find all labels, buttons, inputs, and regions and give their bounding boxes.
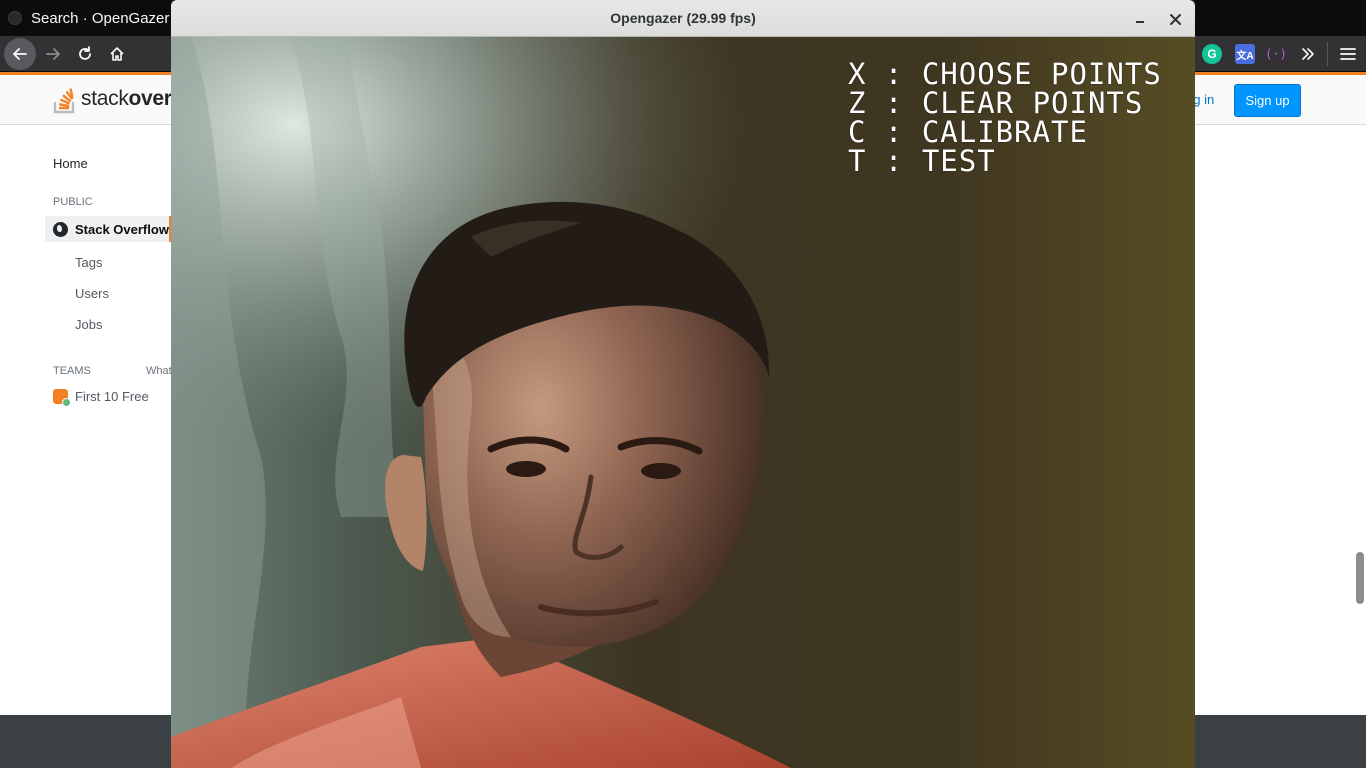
sign-up-button[interactable]: Sign up (1234, 84, 1301, 117)
nav-first-10-free-link[interactable]: First 10 Free (53, 389, 149, 407)
minimize-button[interactable] (1129, 9, 1151, 29)
nav-stack-overflow-link[interactable]: Stack Overflow (45, 216, 172, 242)
page-scrollbar-thumb[interactable] (1356, 552, 1364, 604)
close-icon (1169, 13, 1181, 25)
opengazer-window: Opengazer (29.99 fps) X: CHOOSE POINTS … (171, 0, 1195, 768)
window-titlebar[interactable]: Opengazer (29.99 fps) (171, 0, 1195, 37)
toolbar-divider (1327, 42, 1328, 66)
home-button[interactable] (101, 38, 133, 70)
briefcase-icon (53, 389, 71, 407)
live-extension-icon[interactable]: (·) (1265, 44, 1287, 64)
browser-tab[interactable]: Search · OpenGazer (0, 0, 172, 36)
overlay-command-calibrate: C : CALIBRATE (848, 115, 1088, 149)
forward-button[interactable] (37, 38, 69, 70)
so-logo[interactable]: stackoverf (53, 83, 179, 115)
arrow-left-icon (13, 48, 27, 60)
reload-icon (79, 46, 91, 60)
nav-home-link[interactable]: Home (53, 156, 88, 171)
so-logo-prefix: stack (81, 87, 129, 110)
translate-extension-icon[interactable]: 文A (1235, 44, 1255, 64)
double-chevron-right-icon (1302, 48, 1314, 60)
command-overlay: X : CHOOSE POINTS Z : CLEAR POINTS C : C… (848, 60, 1162, 176)
nav-stack-overflow-label: Stack Overflow (75, 221, 169, 237)
reload-button[interactable] (69, 38, 101, 70)
webcam-feed[interactable]: X : CHOOSE POINTS Z : CLEAR POINTS C : C… (171, 37, 1195, 768)
overflow-menu-button[interactable] (1298, 44, 1318, 64)
nav-users-link[interactable]: Users (75, 286, 109, 301)
window-title: Opengazer (29.99 fps) (610, 10, 756, 26)
back-button[interactable] (4, 38, 36, 70)
overlay-command-clear-points: Z : CLEAR POINTS (848, 86, 1144, 120)
nav-jobs-link[interactable]: Jobs (75, 317, 102, 332)
home-icon (110, 47, 124, 61)
overlay-command-test: T : TEST (848, 144, 996, 178)
tab-title: Search · OpenGazer (31, 9, 170, 27)
globe-icon (53, 221, 68, 237)
grammarly-extension-icon[interactable]: G (1202, 44, 1222, 64)
hamburger-icon (1340, 48, 1356, 60)
nav-whats-this-link[interactable]: What (146, 365, 172, 377)
minimize-icon (1136, 21, 1144, 23)
overlay-command-choose-points: X : CHOOSE POINTS (848, 57, 1162, 91)
nav-teams-heading: TEAMS (53, 365, 91, 377)
so-left-sidebar: Home PUBLIC Stack Overflow Tags Users Jo… (0, 125, 172, 715)
nav-first-10-free-label: First 10 Free (75, 389, 149, 404)
github-favicon-icon (8, 11, 22, 25)
nav-tags-link[interactable]: Tags (75, 255, 102, 270)
arrow-right-icon (46, 48, 60, 60)
stackoverflow-logo-icon (53, 88, 75, 114)
app-menu-button[interactable] (1333, 38, 1363, 70)
so-logo-text: stackoverf (81, 87, 179, 111)
close-button[interactable] (1164, 8, 1186, 30)
nav-public-heading: PUBLIC (53, 196, 93, 208)
